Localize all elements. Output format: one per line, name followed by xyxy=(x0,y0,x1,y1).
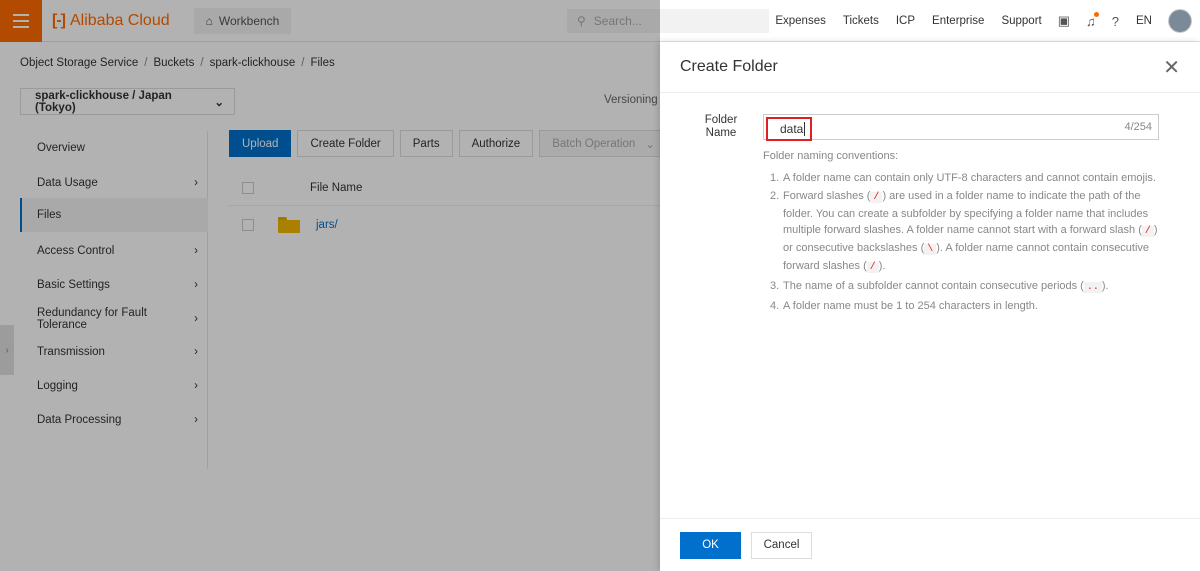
cancel-button[interactable]: Cancel xyxy=(751,531,812,559)
panel-title: Create Folder xyxy=(680,58,778,75)
nav-support[interactable]: Support xyxy=(1001,15,1041,27)
folder-name-input[interactable]: data 4/254 xyxy=(763,114,1159,141)
terminal-icon[interactable]: ▣ xyxy=(1058,13,1070,29)
conventions-list: 1. A folder name can contain only UTF-8 c… xyxy=(770,170,1162,316)
nav-icp[interactable]: ICP xyxy=(896,15,915,27)
nav-tickets[interactable]: Tickets xyxy=(843,15,879,27)
nav-expenses[interactable]: Expenses xyxy=(775,15,826,27)
panel-footer: OK Cancel xyxy=(660,518,1200,571)
bell-icon[interactable]: ♫ xyxy=(1086,11,1099,29)
avatar[interactable] xyxy=(1168,9,1192,33)
text-cursor xyxy=(804,122,806,136)
panel-header: Create Folder ✕ xyxy=(660,42,1200,93)
folder-name-label: Folder Name xyxy=(704,114,738,139)
notification-dot xyxy=(1093,11,1099,17)
folder-name-value: data xyxy=(780,122,804,136)
modal-overlay[interactable] xyxy=(0,0,660,571)
top-nav: Expenses Tickets ICP Enterprise Support … xyxy=(758,0,1200,42)
list-item: 3. The name of a subfolder cannot contain… xyxy=(770,280,1109,293)
ok-button[interactable]: OK xyxy=(680,531,741,559)
conventions-title: Folder naming conventions: xyxy=(763,150,899,162)
list-item: 4. A folder name must be 1 to 254 charact… xyxy=(770,300,1038,312)
nav-enterprise[interactable]: Enterprise xyxy=(932,15,984,27)
language-switch[interactable]: EN xyxy=(1136,15,1152,27)
help-icon[interactable]: ? xyxy=(1112,14,1119,29)
list-item: 2. Forward slashes (/) are used in a fold… xyxy=(770,190,1158,273)
create-folder-panel: Create Folder ✕ Folder Name data 4/254 F… xyxy=(660,42,1200,571)
folder-name-value-highlight: data xyxy=(766,117,813,141)
close-icon[interactable]: ✕ xyxy=(1163,55,1180,80)
list-item: 1. A folder name can contain only UTF-8 c… xyxy=(770,172,1156,184)
character-counter: 4/254 xyxy=(1124,121,1152,133)
